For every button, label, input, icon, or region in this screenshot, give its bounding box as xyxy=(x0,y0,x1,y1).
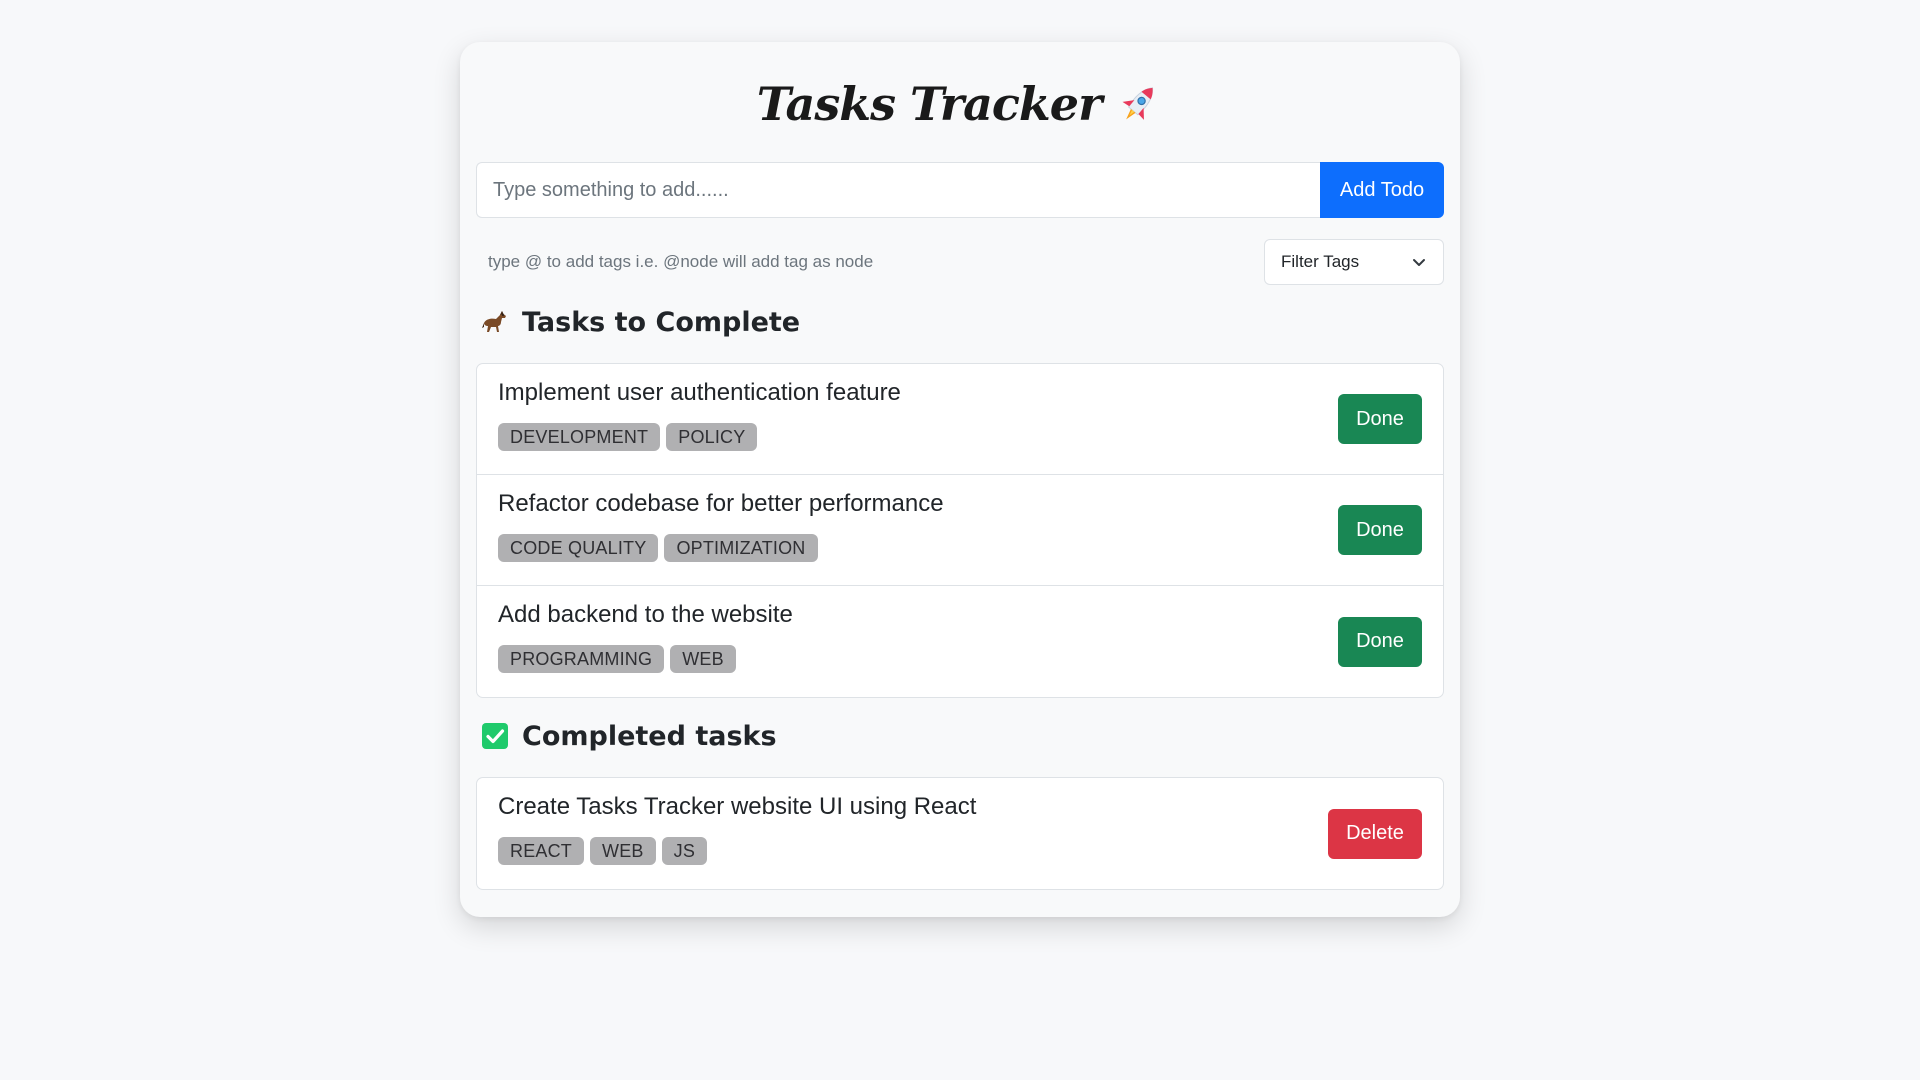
add-todo-button[interactable]: Add Todo xyxy=(1320,162,1444,218)
tag-badge: WEB xyxy=(590,837,656,865)
header: Tasks Tracker xyxy=(476,42,1444,162)
delete-button[interactable]: Delete xyxy=(1328,808,1422,859)
todo-item-title: Refactor codebase for better performance xyxy=(498,490,944,517)
tag-badge: CODE QUALITY xyxy=(498,534,659,562)
page-title: Tasks Tracker xyxy=(756,77,1103,131)
tag-badge: WEB xyxy=(670,645,736,673)
done-button[interactable]: Done xyxy=(1338,616,1422,667)
todo-input[interactable] xyxy=(476,162,1320,218)
todo-item-tags: PROGRAMMING WEB xyxy=(498,645,1422,673)
todo-item: Refactor codebase for better performance… xyxy=(477,475,1443,586)
add-todo-form: Add Todo xyxy=(476,162,1444,218)
completed-item-tags: REACT WEB JS xyxy=(498,837,1422,865)
todo-item-tags: CODE QUALITY OPTIMIZATION xyxy=(498,534,1422,562)
tag-badge: POLICY xyxy=(666,423,758,451)
tag-badge: JS xyxy=(661,837,708,865)
horse-icon xyxy=(480,307,510,337)
tag-badge: PROGRAMMING xyxy=(498,645,665,673)
rocket-icon xyxy=(1115,80,1163,128)
filter-tags-label: Filter Tags xyxy=(1281,252,1360,271)
tag-badge: OPTIMIZATION xyxy=(664,534,818,562)
tag-hint: type @ to add tags i.e. @node will add t… xyxy=(488,252,874,271)
completed-section-title: Completed tasks xyxy=(522,720,777,752)
completed-item: Create Tasks Tracker website UI using Re… xyxy=(477,778,1443,889)
todo-item-tags: DEVELOPMENT POLICY xyxy=(498,423,1422,451)
todo-item: Add backend to the website PROGRAMMING W… xyxy=(477,586,1443,697)
tag-badge: REACT xyxy=(498,837,585,865)
chevron-down-icon xyxy=(1411,254,1427,270)
check-box-icon xyxy=(480,721,510,751)
completed-list: Create Tasks Tracker website UI using Re… xyxy=(476,777,1444,890)
completed-item-title: Create Tasks Tracker website UI using Re… xyxy=(498,793,977,820)
todo-section-heading: Tasks to Complete xyxy=(476,302,1444,342)
todo-item: Implement user authentication feature DE… xyxy=(477,364,1443,475)
tag-badge: DEVELOPMENT xyxy=(498,423,661,451)
tasks-card: Tasks Tracker Add Todo type @ to add tag… xyxy=(460,42,1460,917)
todo-section-title: Tasks to Complete xyxy=(522,306,801,338)
done-button[interactable]: Done xyxy=(1338,505,1422,555)
todo-list: Implement user authentication feature DE… xyxy=(476,363,1444,698)
done-button[interactable]: Done xyxy=(1338,394,1422,444)
completed-section-heading: Completed tasks xyxy=(476,716,1444,756)
filter-tags-select[interactable]: Filter Tags xyxy=(1264,239,1444,285)
todo-item-title: Add backend to the website xyxy=(498,601,793,628)
hint-row: type @ to add tags i.e. @node will add t… xyxy=(476,239,1444,285)
todo-item-title: Implement user authentication feature xyxy=(498,379,901,406)
